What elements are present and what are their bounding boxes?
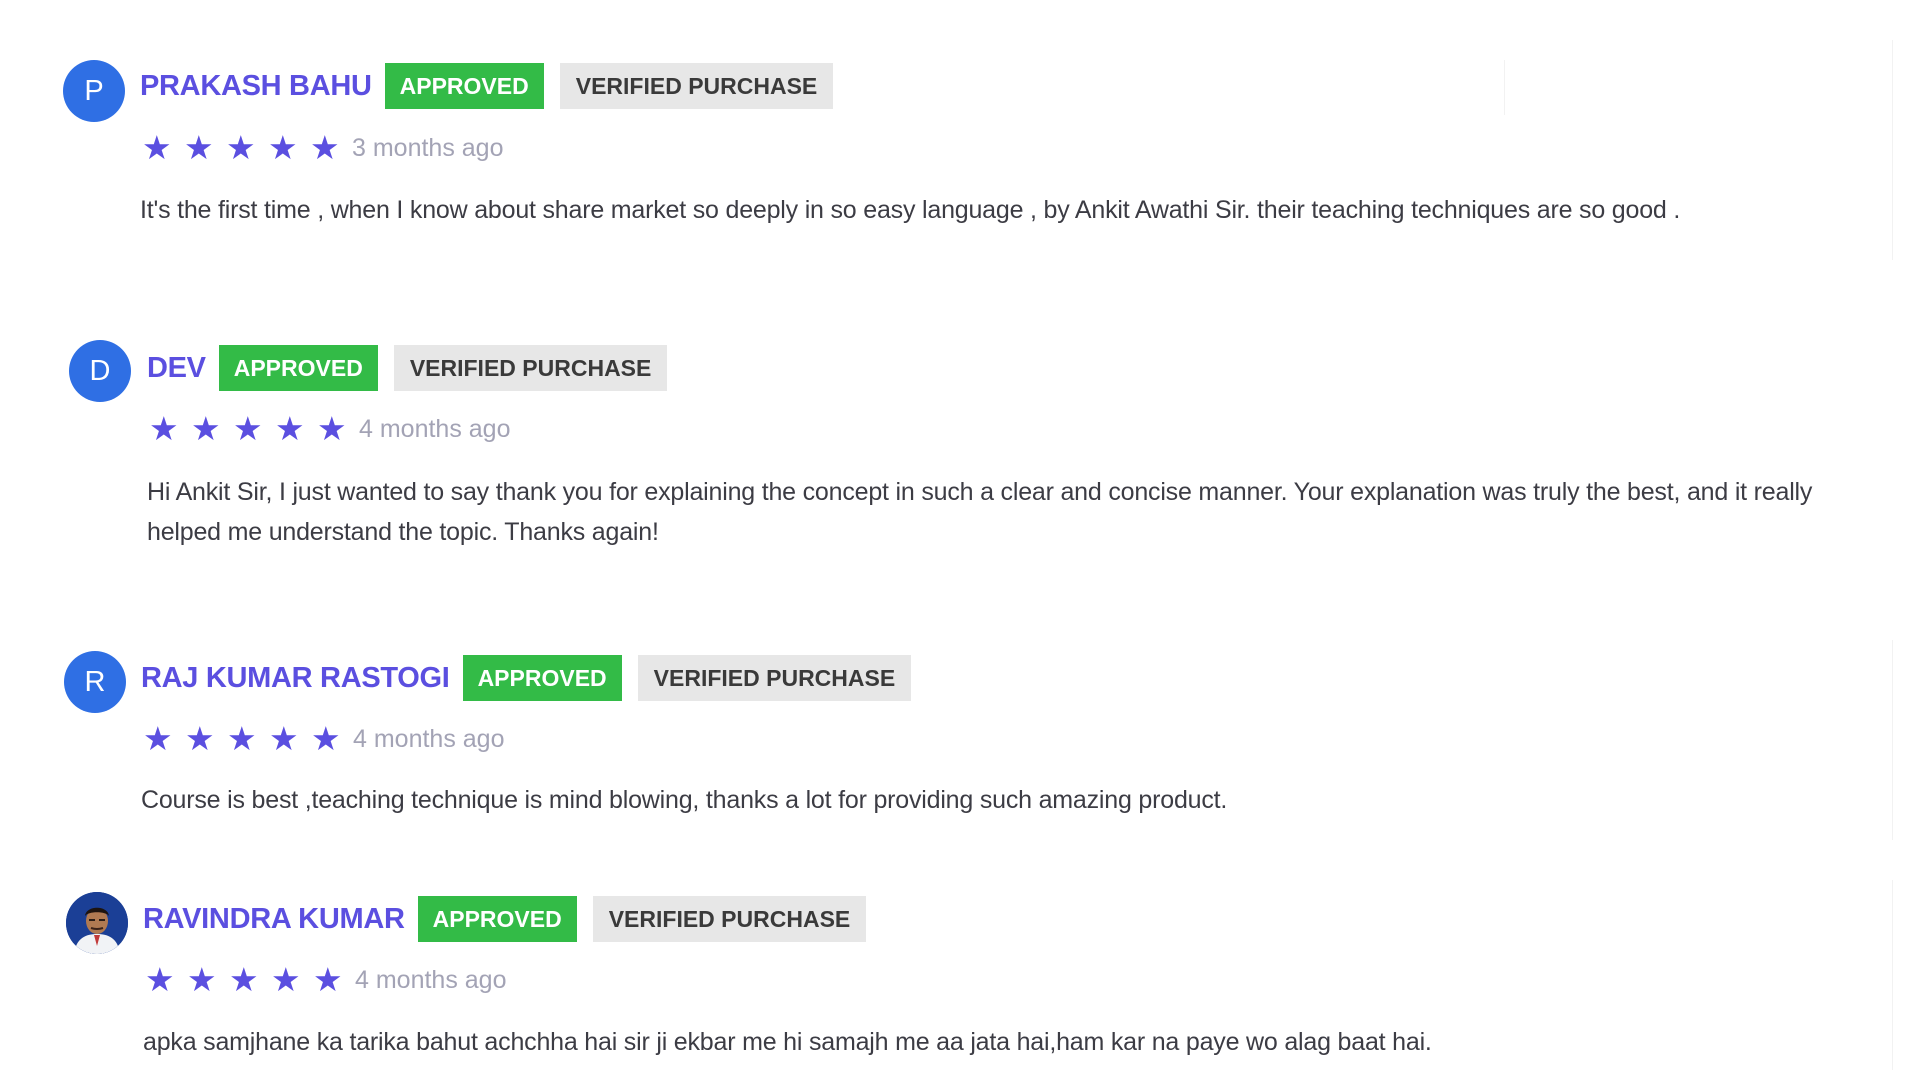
verified-purchase-badge: VERIFIED PURCHASE: [592, 896, 867, 942]
star-icon: ★: [271, 961, 301, 998]
review-header: PRAKASH BAHU APPROVED VERIFIED PURCHASE: [140, 63, 834, 109]
divider: [1892, 880, 1893, 1070]
verified-purchase-badge: VERIFIED PURCHASE: [559, 63, 834, 109]
star-icon: ★: [317, 410, 347, 447]
reviewer-name: RAVINDRA KUMAR: [143, 902, 405, 935]
approved-badge: APPROVED: [417, 896, 577, 942]
star-icon: ★: [268, 129, 298, 166]
star-rating: ★ ★ ★ ★ ★: [142, 128, 352, 168]
star-icon: ★: [142, 129, 172, 166]
star-icon: ★: [226, 129, 256, 166]
verified-purchase-badge: VERIFIED PURCHASE: [393, 345, 668, 391]
star-icon: ★: [143, 720, 173, 757]
star-icon: ★: [145, 961, 175, 998]
star-rating: ★ ★ ★ ★ ★: [145, 960, 355, 1000]
star-icon: ★: [149, 410, 179, 447]
reviewer-name: DEV: [147, 351, 206, 384]
star-icon: ★: [184, 129, 214, 166]
rating-row: ★ ★ ★ ★ ★ 4 months ago: [145, 960, 507, 1000]
star-icon: ★: [269, 720, 299, 757]
user-photo-icon: [66, 892, 128, 954]
divider: [1504, 60, 1505, 115]
avatar: P: [63, 60, 125, 122]
star-icon: ★: [187, 961, 217, 998]
divider: [1892, 40, 1893, 260]
review-header: RAVINDRA KUMAR APPROVED VERIFIED PURCHAS…: [143, 896, 867, 942]
approved-badge: APPROVED: [218, 345, 378, 391]
rating-row: ★ ★ ★ ★ ★ 4 months ago: [149, 409, 511, 449]
star-icon: ★: [311, 720, 341, 757]
reviewer-name: PRAKASH BAHU: [140, 69, 372, 102]
review-time: 4 months ago: [355, 965, 507, 994]
user-photo-avatar: [66, 892, 128, 954]
approved-badge: APPROVED: [384, 63, 544, 109]
reviews-list: P PRAKASH BAHU APPROVED VERIFIED PURCHAS…: [0, 0, 1920, 1080]
review-comment: It's the first time , when I know about …: [140, 196, 1681, 224]
rating-row: ★ ★ ★ ★ ★ 4 months ago: [143, 719, 505, 759]
star-rating: ★ ★ ★ ★ ★: [149, 409, 359, 449]
review-time: 4 months ago: [359, 414, 511, 443]
star-icon: ★: [191, 410, 221, 447]
avatar: R: [64, 651, 126, 713]
star-icon: ★: [275, 410, 305, 447]
review-comment: apka samjhane ka tarika bahut achchha ha…: [143, 1028, 1432, 1056]
approved-badge: APPROVED: [462, 655, 622, 701]
divider: [1892, 640, 1893, 840]
reviewer-name: RAJ KUMAR RASTOGI: [141, 661, 450, 694]
star-icon: ★: [229, 961, 259, 998]
star-rating: ★ ★ ★ ★ ★: [143, 719, 353, 759]
star-icon: ★: [310, 129, 340, 166]
avatar: D: [69, 340, 131, 402]
review-time: 4 months ago: [353, 724, 505, 753]
review-header: RAJ KUMAR RASTOGI APPROVED VERIFIED PURC…: [141, 655, 912, 701]
star-icon: ★: [233, 410, 263, 447]
star-icon: ★: [227, 720, 257, 757]
review-time: 3 months ago: [352, 133, 504, 162]
review-comment: Hi Ankit Sir, I just wanted to say thank…: [147, 478, 1813, 546]
verified-purchase-badge: VERIFIED PURCHASE: [637, 655, 912, 701]
star-icon: ★: [185, 720, 215, 757]
review-header: DEV APPROVED VERIFIED PURCHASE: [147, 345, 668, 391]
star-icon: ★: [313, 961, 343, 998]
rating-row: ★ ★ ★ ★ ★ 3 months ago: [142, 128, 504, 168]
review-comment: Course is best ,teaching technique is mi…: [141, 786, 1228, 814]
